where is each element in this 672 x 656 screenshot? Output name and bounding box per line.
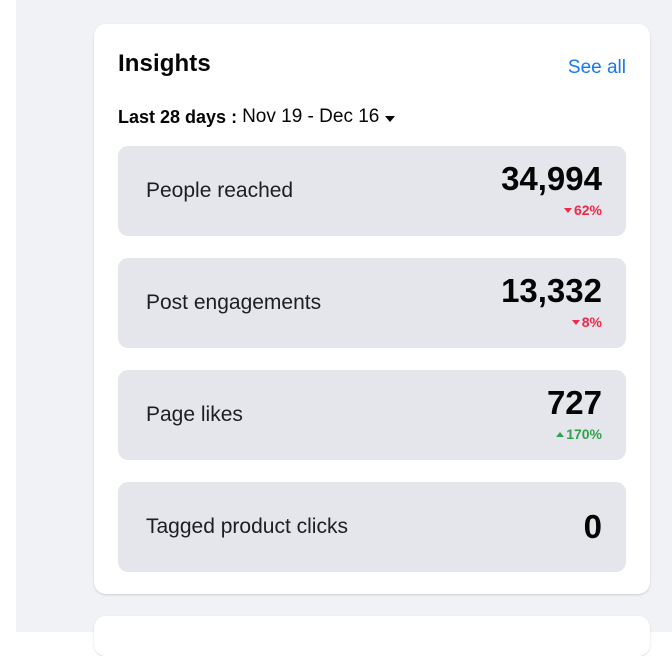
metric-label: Tagged product clicks [146, 515, 348, 538]
date-range-label: Last 28 days : [118, 106, 238, 127]
date-range-value: Nov 19 - Dec 16 [242, 106, 380, 127]
metric-label: Post engagements [146, 291, 322, 314]
insights-title: Insights [118, 50, 211, 77]
caret-down-icon [385, 115, 396, 122]
see-all-link[interactable]: See all [568, 57, 626, 79]
triangle-down-icon [563, 207, 572, 213]
date-range-selector[interactable]: Last 28 days : Nov 19 - Dec 16 [118, 106, 396, 128]
metric-change: 62% [563, 202, 602, 218]
metric-change-value: 8% [581, 314, 602, 330]
metric-post-engagements[interactable]: Post engagements 13,332 8% [118, 258, 626, 348]
metric-page-likes[interactable]: Page likes 727 170% [118, 370, 626, 460]
metric-value: 0 [583, 508, 602, 545]
metric-people-reached[interactable]: People reached 34,994 62% [118, 146, 626, 236]
metric-label: Page likes [146, 403, 243, 426]
triangle-down-icon [571, 319, 580, 325]
metric-change-value: 62% [573, 202, 602, 218]
triangle-up-icon [556, 431, 565, 437]
metric-value: 727 [546, 384, 602, 421]
metric-tagged-product-clicks[interactable]: Tagged product clicks 0 [118, 482, 626, 572]
metric-change-value: 170% [566, 426, 602, 442]
metric-value: 34,994 [501, 160, 602, 197]
next-card [94, 616, 650, 656]
metric-value: 13,332 [501, 272, 602, 309]
metric-change: 170% [556, 426, 602, 442]
metric-label: People reached [146, 179, 294, 202]
metric-change: 8% [571, 314, 602, 330]
insights-card: Insights See all Last 28 days : Nov 19 -… [94, 24, 650, 594]
